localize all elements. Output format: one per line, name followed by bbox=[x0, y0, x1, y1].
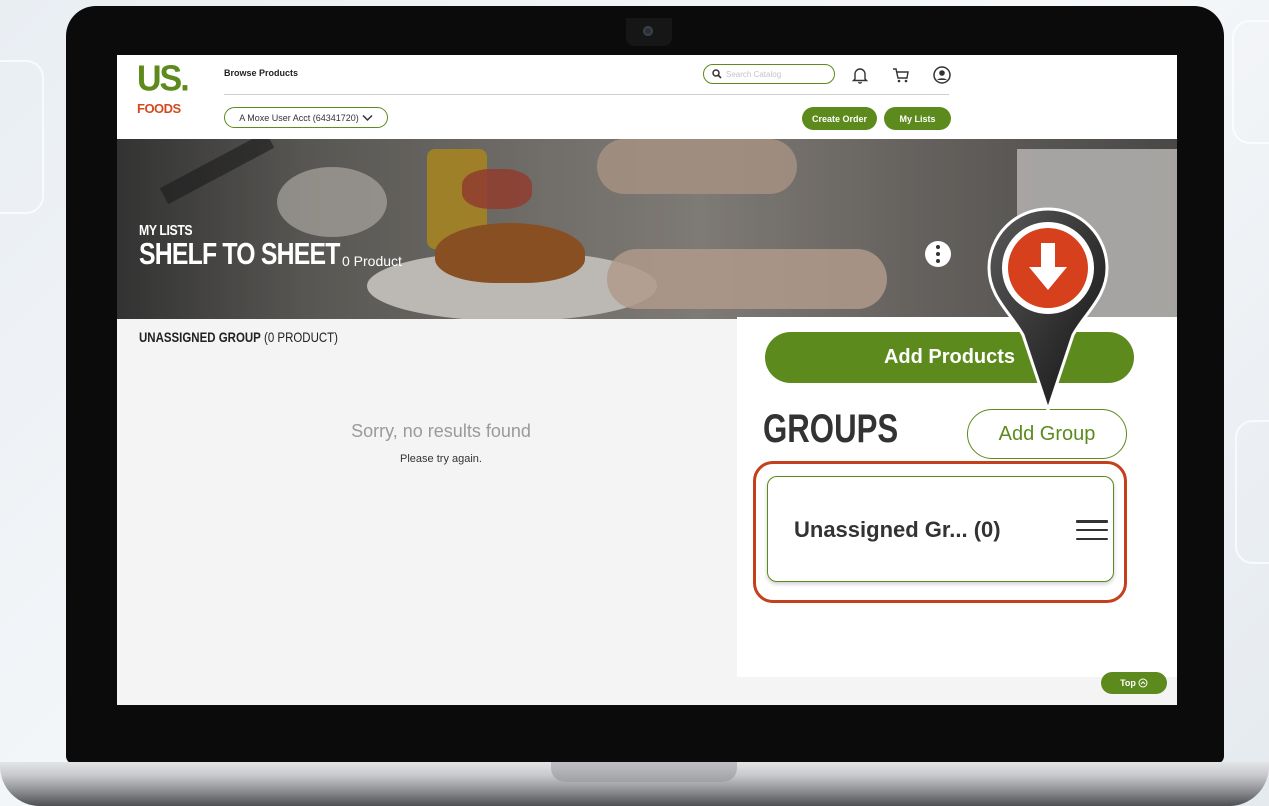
browse-products-link[interactable]: Browse Products bbox=[224, 68, 298, 78]
try-again-message: Please try again. bbox=[400, 453, 482, 465]
header-divider bbox=[224, 94, 949, 95]
search-input[interactable]: Search Catalog bbox=[703, 64, 835, 84]
groups-heading: GROUPS bbox=[763, 407, 899, 451]
chevron-up-circle-icon bbox=[1138, 678, 1148, 688]
create-order-button[interactable]: Create Order bbox=[802, 107, 877, 130]
background-decoration bbox=[0, 60, 44, 214]
search-icon bbox=[712, 69, 722, 79]
unassigned-group-heading: UNASSIGNED GROUP (0 PRODUCT) bbox=[139, 329, 338, 345]
back-to-top-button[interactable]: Top bbox=[1101, 672, 1167, 694]
add-group-button[interactable]: Add Group bbox=[967, 409, 1127, 459]
account-selector-label: A Moxe User Acct (64341720) bbox=[239, 112, 359, 123]
no-results-message: Sorry, no results found bbox=[351, 421, 531, 441]
logo-us-text: US. bbox=[137, 59, 190, 99]
drag-handle-icon[interactable] bbox=[1076, 520, 1108, 540]
map-pin-marker-icon bbox=[987, 207, 1109, 415]
group-count: (0 PRODUCT) bbox=[264, 329, 339, 345]
top-button-label: Top bbox=[1120, 678, 1136, 688]
logo-foods-text: FOODS bbox=[137, 101, 181, 116]
list-title: SHELF TO SHEET bbox=[139, 236, 340, 271]
user-icon[interactable] bbox=[932, 65, 952, 85]
group-name: UNASSIGNED GROUP bbox=[139, 329, 261, 345]
top-navigation-bar: US. FOODS Browse Products Search Catalog… bbox=[117, 55, 1177, 139]
more-options-icon[interactable] bbox=[925, 241, 951, 267]
bell-icon[interactable] bbox=[850, 65, 870, 85]
my-lists-button[interactable]: My Lists bbox=[884, 107, 951, 130]
webcam bbox=[626, 18, 672, 46]
group-card-label: Unassigned Gr... (0) bbox=[794, 517, 1001, 542]
cart-icon[interactable] bbox=[891, 65, 911, 85]
account-selector[interactable]: A Moxe User Acct (64341720) bbox=[224, 107, 388, 128]
us-foods-logo[interactable]: US. FOODS bbox=[137, 59, 197, 121]
background-decoration bbox=[1235, 420, 1269, 564]
laptop-hinge-notch bbox=[551, 762, 737, 782]
chevron-down-icon bbox=[362, 114, 373, 121]
background-decoration bbox=[1232, 20, 1269, 144]
search-placeholder: Search Catalog bbox=[726, 69, 782, 79]
group-card[interactable]: Unassigned Gr... (0) bbox=[767, 476, 1114, 582]
product-count: 0 Product bbox=[342, 253, 402, 269]
